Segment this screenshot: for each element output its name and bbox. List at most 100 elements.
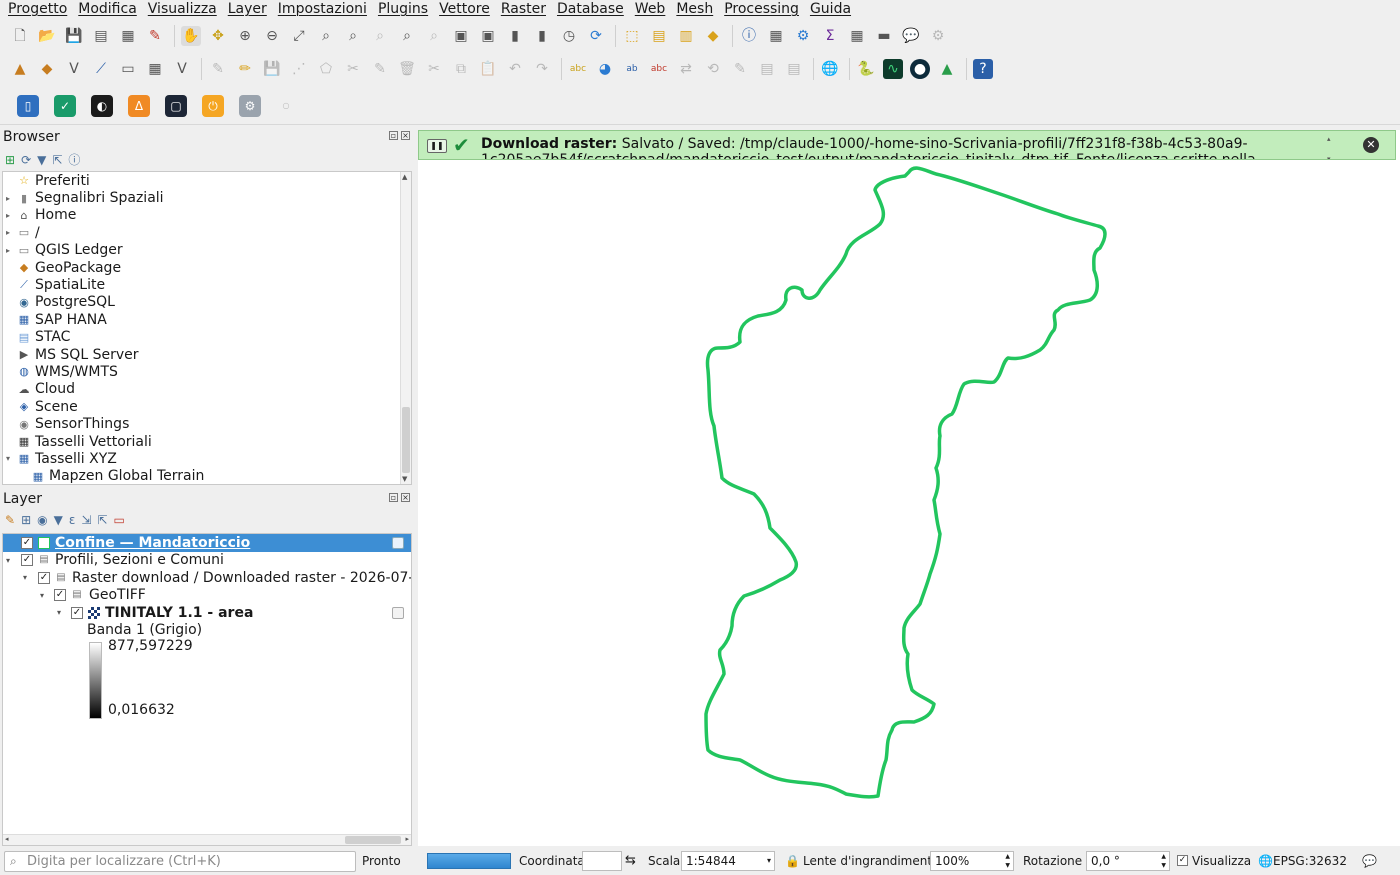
temporal-controller-icon[interactable]: ◷: [559, 26, 579, 46]
close-message-icon[interactable]: ✕: [1363, 137, 1379, 153]
menu-impostazioni[interactable]: Impostazioni: [278, 1, 367, 17]
browser-item[interactable]: ◉ SensorThings: [3, 415, 411, 432]
expand-arrow-icon[interactable]: ▸: [6, 211, 10, 220]
browser-item[interactable]: ▸ ▮ Segnalibri Spaziali: [3, 189, 411, 206]
menu-database[interactable]: Database: [557, 1, 624, 17]
menu-modifica[interactable]: Modifica: [78, 1, 137, 17]
add-feature-icon[interactable]: ⬠: [316, 59, 336, 79]
browser-item[interactable]: ▶ MS SQL Server: [3, 346, 411, 363]
add-selected-icon[interactable]: ⊞: [5, 153, 15, 167]
new-shapefile-icon[interactable]: V: [64, 59, 84, 79]
expand-arrow-icon[interactable]: ▸: [6, 246, 10, 255]
style-manager-icon[interactable]: ✎: [145, 26, 165, 46]
new-vector-layer-icon[interactable]: V: [172, 59, 192, 79]
new-project-icon[interactable]: 🗋: [10, 26, 30, 46]
cut-icon[interactable]: ✂: [424, 59, 444, 79]
save-edits-icon[interactable]: 💾: [262, 59, 282, 79]
new-bookmark-icon[interactable]: ▣: [451, 26, 471, 46]
menu-progetto[interactable]: Progetto: [8, 1, 67, 17]
layer-styling-icon[interactable]: ✎: [5, 513, 15, 527]
plugin-globe-icon[interactable]: 🌐: [820, 59, 840, 79]
filter-icon[interactable]: ▼: [37, 153, 46, 167]
layer-hscrollbar[interactable]: ◂ ▸: [3, 834, 411, 845]
expand-arrow-icon[interactable]: ▾: [40, 591, 44, 600]
close-panel-icon[interactable]: ×: [401, 493, 410, 502]
close-panel-icon[interactable]: ×: [401, 131, 410, 140]
pause-icon[interactable]: ❚❚: [427, 139, 447, 153]
move-label-icon[interactable]: ⇄: [676, 59, 696, 79]
terrain-profile-icon[interactable]: ▲: [937, 59, 957, 79]
zoom-to-layer-icon[interactable]: ⌕: [343, 26, 363, 46]
identify-icon[interactable]: ⓘ: [739, 26, 759, 46]
coordinate-field[interactable]: [582, 851, 622, 871]
profile-plot-icon[interactable]: ∿: [883, 59, 903, 79]
save-project-icon[interactable]: 💾: [64, 26, 84, 46]
expand-arrow-icon[interactable]: ▾: [57, 608, 61, 617]
menu-processing[interactable]: Processing: [724, 1, 799, 17]
scroll-left-icon[interactable]: ◂: [5, 835, 9, 843]
browser-item[interactable]: ☆ Preferiti: [3, 172, 411, 189]
data-source-manager-icon[interactable]: ▲: [10, 59, 30, 79]
layer-checkbox[interactable]: ✓: [71, 606, 83, 619]
layer-row-tinitaly[interactable]: ▾ ✓ TINITALY 1.1 - area: [3, 604, 411, 622]
filter-expression-icon[interactable]: ε: [69, 513, 76, 527]
zoom-in-icon[interactable]: ⊕: [235, 26, 255, 46]
copy-icon[interactable]: ⧉: [451, 59, 471, 79]
add-group-icon[interactable]: ⊞: [21, 513, 31, 527]
current-edits-icon[interactable]: ✎: [208, 59, 228, 79]
layer-checkbox[interactable]: ✓: [38, 571, 50, 584]
collapse-all-layers-icon[interactable]: ⇱: [97, 513, 107, 527]
magnifier-spinbox[interactable]: 100% ▲ ▼: [930, 851, 1014, 871]
menu-layer[interactable]: Layer: [228, 1, 267, 17]
browser-item[interactable]: ▸ ▭ /: [3, 224, 411, 241]
show-bookmarks-icon[interactable]: ▣: [478, 26, 498, 46]
menu-guida[interactable]: Guida: [810, 1, 851, 17]
label-props-icon[interactable]: ▤: [757, 59, 777, 79]
help-icon[interactable]: ?: [973, 59, 993, 79]
layer-checkbox[interactable]: ✓: [21, 554, 33, 567]
refresh-icon[interactable]: ⟳: [586, 26, 606, 46]
menu-visualizza[interactable]: Visualizza: [148, 1, 217, 17]
map-canvas[interactable]: [418, 130, 1400, 846]
zoom-native-icon[interactable]: ⌕: [370, 26, 390, 46]
select-features-icon[interactable]: ⬚: [622, 26, 642, 46]
layer-indicator-icon[interactable]: [392, 606, 404, 619]
label-props2-icon[interactable]: ▤: [784, 59, 804, 79]
zoom-full-icon[interactable]: ⤢: [289, 26, 309, 46]
expand-arrow-icon[interactable]: ▸: [6, 194, 10, 203]
layer-row-geotiff[interactable]: ▾ ✓ ▤ GeoTIFF: [3, 587, 411, 605]
browser-item[interactable]: ◆ GeoPackage: [3, 259, 411, 276]
refresh-browser-icon[interactable]: ⟳: [21, 153, 31, 167]
check-plugin-icon[interactable]: ✓: [54, 94, 76, 117]
gps-icon[interactable]: ⚙: [928, 26, 948, 46]
browser-scrollbar[interactable]: ▲ ▼: [400, 172, 411, 484]
messages-icon[interactable]: 💬: [1362, 851, 1377, 871]
measure-icon[interactable]: ▬: [874, 26, 894, 46]
crs-globe-icon[interactable]: 🌐: [1258, 851, 1273, 871]
layer-row-raster-group[interactable]: ▾ ✓ ▤ Raster download / Downloaded raste…: [3, 569, 411, 587]
zoom-out-icon[interactable]: ⊖: [262, 26, 282, 46]
menu-plugins[interactable]: Plugins: [378, 1, 428, 17]
float-panel-icon[interactable]: ▫: [389, 131, 398, 140]
rotation-spinbox[interactable]: 0,0 ° ▲ ▼: [1086, 851, 1170, 871]
scroll-down-icon[interactable]: ▼: [402, 475, 407, 483]
redo-icon[interactable]: ↷: [532, 59, 552, 79]
pan-to-selection-icon[interactable]: ✥: [208, 26, 228, 46]
change-label-icon[interactable]: ✎: [730, 59, 750, 79]
diagram-icon[interactable]: ◕: [595, 59, 615, 79]
select-by-expression-icon[interactable]: ▤: [649, 26, 669, 46]
scale-combo[interactable]: 1:54844 ▾: [681, 851, 775, 871]
attribute-table-icon[interactable]: ▦: [766, 26, 786, 46]
lock-icon[interactable]: 🔒: [785, 851, 800, 871]
collapse-all-icon[interactable]: ⇱: [52, 153, 62, 167]
show-hide-labels-icon[interactable]: abc: [649, 59, 669, 79]
browser-item[interactable]: ▸ ⌂ Home: [3, 207, 411, 224]
window-plugin-icon[interactable]: ▢: [165, 94, 187, 117]
browser-item[interactable]: ◈ Scene: [3, 398, 411, 415]
expand-arrow-icon[interactable]: ▸: [6, 228, 10, 237]
browser-item[interactable]: ▸ ▭ QGIS Ledger: [3, 242, 411, 259]
phone-plugin-icon[interactable]: ▯: [17, 94, 39, 117]
open-project-icon[interactable]: 📂: [37, 26, 57, 46]
deselect-icon[interactable]: ▥: [676, 26, 696, 46]
float-panel-icon[interactable]: ▫: [389, 493, 398, 502]
